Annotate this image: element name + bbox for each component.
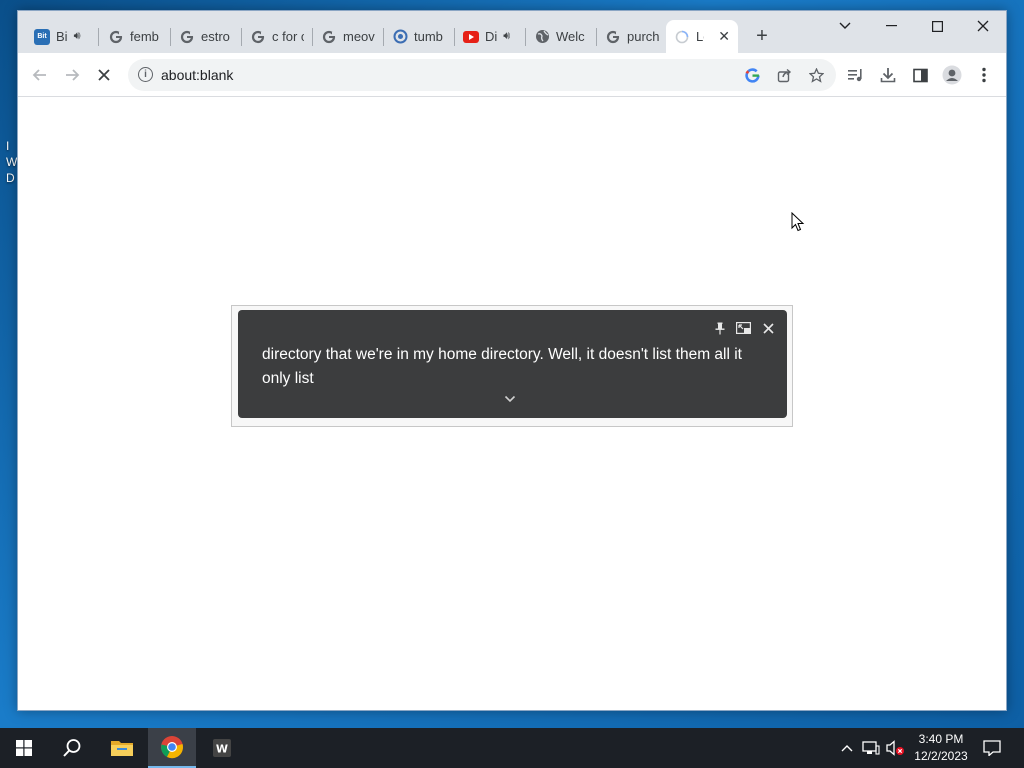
close-window-button[interactable] — [960, 11, 1006, 41]
pin-icon[interactable] — [712, 320, 728, 336]
tab-title: tumb — [414, 29, 443, 44]
desktop-icon-labels: I W D — [0, 138, 18, 186]
url-text: about:blank — [161, 67, 234, 83]
google-icon — [250, 29, 266, 45]
tab-title: Welc — [556, 29, 585, 44]
forward-icon[interactable] — [60, 63, 84, 87]
search-icon[interactable] — [48, 728, 96, 768]
maximize-button[interactable] — [914, 11, 960, 41]
media-controls-icon[interactable] — [844, 63, 868, 87]
tab-title: meov — [343, 29, 375, 44]
system-clock[interactable]: 3:40 PM 12/2/2023 — [906, 731, 976, 765]
tab-title: Di — [485, 29, 498, 44]
file-explorer-icon[interactable] — [98, 728, 146, 768]
tab-tumb[interactable]: tumb — [384, 20, 454, 53]
notification-center-icon[interactable] — [980, 728, 1004, 768]
google-icon — [321, 29, 337, 45]
share-icon[interactable] — [774, 65, 794, 85]
minimize-button[interactable] — [868, 11, 914, 41]
tab-title: Lo — [696, 29, 704, 44]
tab-purch[interactable]: purch — [597, 20, 667, 53]
taskbar: W 3:40 PM 12/2/2023 — [0, 728, 1024, 768]
new-tab-button[interactable]: + — [749, 23, 775, 49]
chevron-down-icon[interactable] — [504, 392, 516, 406]
tab-title: c for c — [272, 29, 304, 44]
expand-window-icon[interactable] — [735, 320, 751, 336]
word-app-icon[interactable]: W — [198, 728, 246, 768]
tab-title: femb — [130, 29, 159, 44]
live-caption-frame: directory that we're in my home director… — [231, 305, 793, 427]
svg-text:W: W — [216, 743, 228, 756]
close-tab-icon[interactable]: ✕ — [718, 28, 730, 45]
google-icon — [605, 29, 621, 45]
tab-femb[interactable]: femb — [100, 20, 170, 53]
tab-strip: Bit Bi 🔊︎ femb estro c for c meov tumb D… — [18, 11, 1006, 53]
close-caption-icon[interactable] — [760, 320, 776, 336]
side-panel-icon[interactable] — [908, 63, 932, 87]
tab-welc[interactable]: Welc — [526, 20, 596, 53]
tab-title: purch — [627, 29, 659, 44]
tab-title: Bi — [56, 29, 68, 44]
tab-c-for-c[interactable]: c for c — [242, 20, 312, 53]
caption-text: directory that we're in my home director… — [262, 346, 742, 387]
address-bar[interactable]: i about:blank — [128, 59, 836, 91]
loading-spinner-icon — [674, 29, 690, 45]
clock-date: 12/2/2023 — [914, 749, 968, 763]
stop-loading-icon[interactable] — [92, 63, 116, 87]
profile-avatar-icon[interactable] — [940, 63, 964, 87]
youtube-icon — [463, 29, 479, 45]
downloads-icon[interactable] — [876, 63, 900, 87]
bitview-icon: Bit — [34, 28, 50, 45]
live-caption-bubble: directory that we're in my home director… — [238, 310, 787, 418]
tab-estro[interactable]: estro — [171, 20, 241, 53]
tab-meov[interactable]: meov — [313, 20, 383, 53]
chrome-taskbar-icon[interactable] — [148, 728, 196, 768]
site-info-icon[interactable]: i — [138, 67, 153, 82]
browser-toolbar: i about:blank — [18, 53, 1006, 97]
speaker-icon[interactable]: 🔊︎ — [74, 30, 81, 43]
tumblr-icon — [392, 29, 408, 45]
clock-time: 3:40 PM — [918, 732, 964, 746]
network-icon[interactable] — [861, 728, 881, 768]
tab-separator — [98, 28, 99, 46]
windows-start-icon[interactable] — [0, 728, 48, 768]
speaker-icon[interactable]: 🔊︎ — [503, 30, 510, 43]
google-icon — [179, 29, 195, 45]
browser-menu-icon[interactable] — [972, 63, 996, 87]
bookmark-star-icon[interactable] — [806, 65, 826, 85]
mouse-cursor-icon — [791, 211, 805, 232]
tab-active-loading[interactable]: Lo ✕ — [666, 20, 738, 53]
globe-icon — [534, 29, 550, 45]
volume-muted-icon[interactable] — [884, 728, 906, 768]
back-icon[interactable] — [28, 63, 52, 87]
tab-bitview[interactable]: Bit Bi 🔊︎ — [26, 20, 98, 53]
google-icon — [108, 29, 124, 45]
tab-youtube[interactable]: Di 🔊︎ — [455, 20, 525, 53]
show-hidden-icons-icon[interactable] — [838, 728, 856, 768]
google-lens-icon[interactable] — [742, 65, 762, 85]
tab-title: estro — [201, 29, 230, 44]
tab-search-button[interactable] — [822, 11, 868, 41]
